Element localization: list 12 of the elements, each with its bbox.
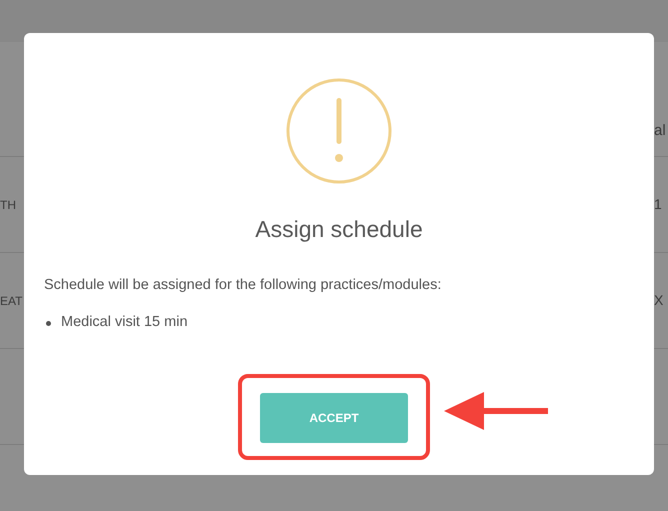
accept-button[interactable]: ACCEPT	[260, 393, 408, 443]
table-cell-text: EAT	[0, 292, 24, 310]
column-header: al	[654, 120, 667, 140]
warning-icon	[286, 78, 392, 184]
list-item: Medical visit 15 min	[61, 313, 188, 332]
table-cell-text: X	[654, 291, 664, 310]
arrow-icon	[444, 392, 550, 430]
table-cell-text: 1	[654, 195, 663, 214]
table-cell-text: TH	[0, 196, 17, 214]
dialog-title: Assign schedule	[255, 215, 423, 244]
dialog-message: Schedule will be assigned for the following practices/modules:	[44, 276, 442, 294]
bullet-icon	[46, 320, 51, 326]
